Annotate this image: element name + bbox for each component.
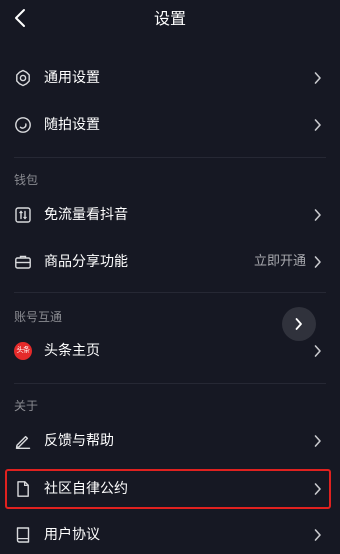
top-bar: 设置 xyxy=(0,0,340,40)
product-share-label: 商品分享功能 xyxy=(44,254,128,270)
general-settings-label: 通用设置 xyxy=(44,70,100,86)
activate-now-link[interactable]: 立即开通 xyxy=(254,252,306,272)
general-settings-row[interactable]: 通用设置 xyxy=(0,56,340,100)
chevron-right-icon xyxy=(314,528,322,542)
toutiao-logo-icon: 头条 xyxy=(14,342,32,360)
section-divider xyxy=(14,292,326,293)
data-plan-icon xyxy=(14,206,32,224)
user-agreement-row[interactable]: 用户协议 xyxy=(0,513,340,554)
feedback-help-row[interactable]: 反馈与帮助 xyxy=(0,419,340,463)
about-section-title: 关于 xyxy=(14,399,39,413)
section-divider xyxy=(14,383,326,384)
snapshot-icon xyxy=(14,116,32,134)
snapshot-settings-label: 随拍设置 xyxy=(44,117,100,133)
free-data-row[interactable]: 免流量看抖音 xyxy=(0,193,340,237)
feedback-help-label: 反馈与帮助 xyxy=(44,433,114,449)
chevron-right-icon xyxy=(314,118,322,132)
chevron-right-icon xyxy=(314,208,322,222)
accounts-section-title: 账号互通 xyxy=(14,310,63,324)
toutiao-homepage-row[interactable]: 头条主页 xyxy=(0,329,340,373)
chevron-right-icon xyxy=(314,71,322,85)
settings-screen: 设置 通用设置 随拍设置 钱包 免流量看抖音 商品分享功能 立即开通 账号互通 … xyxy=(0,0,340,554)
product-share-row[interactable]: 商品分享功能 立即开通 xyxy=(0,240,340,284)
page-title: 设置 xyxy=(153,9,186,28)
highlight-box xyxy=(5,469,331,509)
pencil-icon xyxy=(14,432,32,450)
book-icon xyxy=(14,526,32,544)
wallet-section-title: 钱包 xyxy=(14,173,39,187)
chevron-right-icon xyxy=(314,344,322,358)
gear-icon xyxy=(14,69,32,87)
free-data-label: 免流量看抖音 xyxy=(44,207,128,223)
section-divider xyxy=(14,157,326,158)
toutiao-logo-text: 头条 xyxy=(16,346,31,354)
snapshot-settings-row[interactable]: 随拍设置 xyxy=(0,103,340,147)
briefcase-icon xyxy=(14,253,32,271)
toutiao-homepage-label: 头条主页 xyxy=(44,343,100,359)
user-agreement-label: 用户协议 xyxy=(44,527,100,543)
chevron-right-icon xyxy=(314,434,322,448)
chevron-right-icon xyxy=(314,255,322,269)
